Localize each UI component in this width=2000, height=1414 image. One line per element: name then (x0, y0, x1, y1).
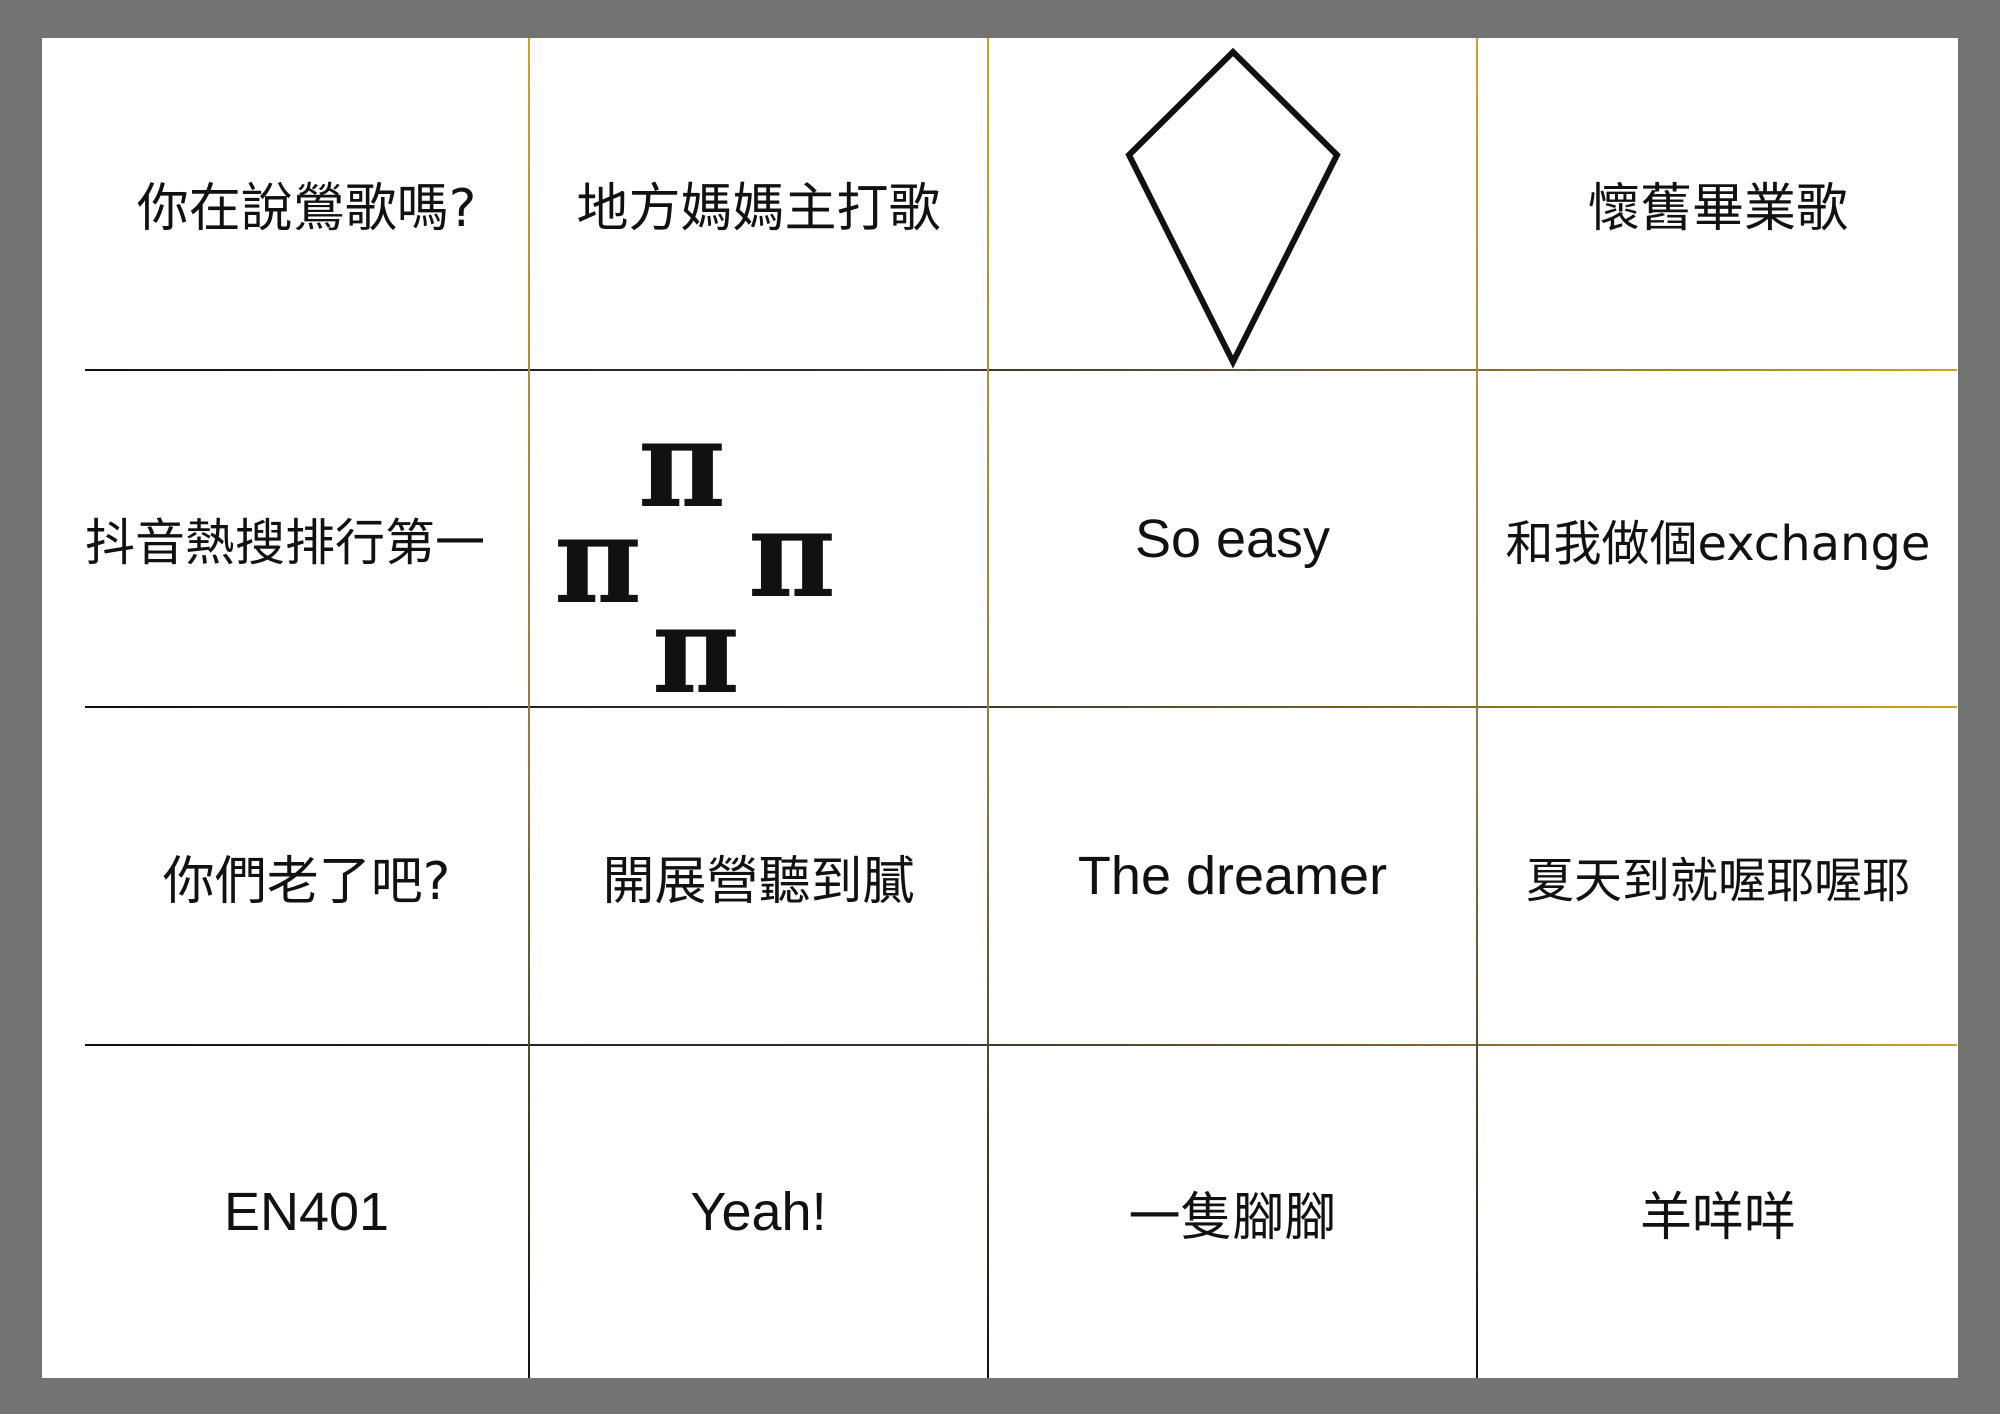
cell-r2c1: 抖音熱搜排行第一 (85, 513, 485, 572)
bingo-sheet: 你在說鶯歌嗎? 地方媽媽主打歌 懷舊畢業歌 抖音熱搜排行第一 π π π π S… (42, 38, 1958, 1378)
pi-symbol-top: π (638, 394, 726, 535)
cell-r3c2: 開展營聽到膩 (602, 851, 915, 912)
cell-r2c4: 和我做個exchange (1505, 515, 1931, 572)
pi-symbol-bottom: π (652, 580, 740, 721)
cell-r1c2: 地方媽媽主打歌 (576, 179, 941, 239)
pi-symbol-left: π (554, 490, 642, 631)
cell-r1c3 (989, 38, 1476, 369)
cell-r2c3: So easy (1134, 508, 1331, 569)
kite-outline-icon (1124, 47, 1341, 369)
cell-r3c3: The dreamer (1077, 846, 1388, 906)
cell-r1c1: 你在說鶯歌嗎? (136, 179, 477, 239)
cell-r1c4: 懷舊畢業歌 (1587, 179, 1848, 239)
cell-r4c4: 羊咩咩 (1639, 1187, 1796, 1248)
pi-symbols-icon: π π π π (530, 371, 987, 711)
cell-r4c2: Yeah! (690, 1182, 827, 1242)
cell-r3c1: 你們老了吧? (162, 851, 451, 912)
cell-r2c2: π π π π (530, 371, 987, 711)
pi-symbol-right: π (748, 484, 836, 625)
cell-r4c1: EN401 (223, 1182, 390, 1242)
cell-r4c3: 一隻腳腳 (1128, 1187, 1337, 1248)
cell-r3c4: 夏天到就喔耶喔耶 (1525, 853, 1910, 909)
